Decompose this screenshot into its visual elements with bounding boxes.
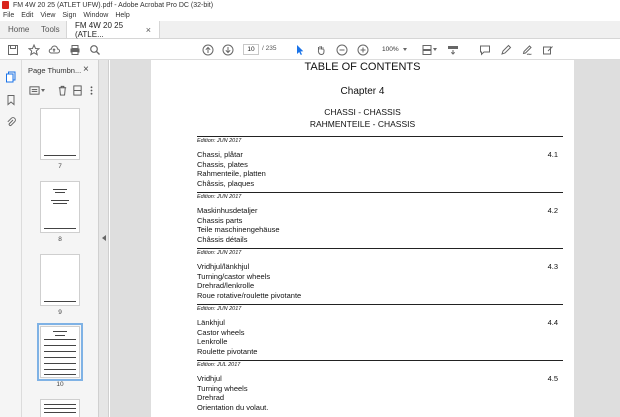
toolbar: 10 / 235 100% <box>0 39 620 60</box>
zoom-dropdown-chevron-icon[interactable] <box>403 48 407 51</box>
thumbnail-page-11[interactable] <box>40 399 80 417</box>
fill-sign-icon[interactable] <box>541 43 554 56</box>
acrobat-logo-icon <box>2 1 9 9</box>
menu-file[interactable]: File <box>3 12 14 19</box>
page-thumbnails-panel: Page Thumbn... × 7 8 9 10 <box>22 60 118 417</box>
scroll-mode-icon[interactable] <box>446 43 459 56</box>
page-thumbnails-icon[interactable] <box>4 70 18 84</box>
more-options-icon[interactable] <box>85 84 97 96</box>
thumbnail-label: 7 <box>58 163 62 170</box>
thumbnail-page-10[interactable] <box>37 323 83 381</box>
hand-tool-icon[interactable] <box>314 43 327 56</box>
page-display-icon[interactable] <box>420 43 433 56</box>
zoom-out-icon[interactable] <box>335 43 348 56</box>
menu-view[interactable]: View <box>40 12 55 19</box>
entry-number: 4.4 <box>547 318 558 327</box>
title-bar: FM 4W 20 25 (ATLET UFW).pdf - Adobe Acro… <box>0 0 620 10</box>
tab-home[interactable]: Home <box>0 21 33 38</box>
thumbnail-label: 10 <box>56 381 64 388</box>
zoom-in-icon[interactable] <box>356 43 369 56</box>
thumbnail-page-7[interactable] <box>40 108 80 160</box>
previous-page-icon[interactable] <box>201 43 214 56</box>
menu-bar: File Edit View Sign Window Help <box>0 10 620 21</box>
comment-icon[interactable] <box>478 43 491 56</box>
entry-lines: Vridhjul Turning wheels Drehrad Orientat… <box>197 374 269 413</box>
toc-entry[interactable]: Edition: JUN 2017 Vridhjul/länkhjul Turn… <box>197 248 563 304</box>
collapse-panel-chevron-icon[interactable] <box>102 235 106 241</box>
save-icon[interactable] <box>6 43 19 56</box>
panel-title: Page Thumbn... <box>28 66 82 75</box>
page-display-dropdown-chevron-icon[interactable] <box>433 48 437 51</box>
section-heading-line1: CHASSI - CHASSIS <box>324 107 401 117</box>
tab-bar: Home Tools FM 4W 20 25 (ATLE... × <box>0 21 620 39</box>
tab-close-icon[interactable]: × <box>146 25 151 35</box>
thumbnail-toolbar <box>28 84 94 98</box>
search-icon[interactable] <box>88 43 101 56</box>
highlight-pen-icon[interactable] <box>499 43 512 56</box>
page-number-input[interactable]: 10 <box>243 44 259 55</box>
menu-window[interactable]: Window <box>83 12 108 19</box>
print-icon[interactable] <box>68 43 81 56</box>
select-cursor-icon[interactable] <box>293 43 306 56</box>
menu-sign[interactable]: Sign <box>62 12 76 19</box>
tab-tools[interactable]: Tools <box>33 21 66 38</box>
panel-close-icon[interactable]: × <box>83 64 89 75</box>
thumbnail-options-icon[interactable] <box>28 84 40 96</box>
panel-splitter[interactable] <box>99 60 109 417</box>
bookmark-star-icon[interactable] <box>27 43 40 56</box>
edition-label: Edition: JUN 2017 <box>197 138 242 144</box>
bookmarks-icon[interactable] <box>4 93 18 107</box>
edition-label: Edition: JUL 2017 <box>197 362 241 368</box>
page-total: / 235 <box>262 45 277 52</box>
thumbnail-label: 8 <box>58 236 62 243</box>
thumbnail-list: 7 8 9 10 <box>22 104 92 417</box>
entry-lines: Vridhjul/länkhjul Turning/castor wheels … <box>197 262 302 301</box>
toc-entry[interactable]: Edition: JUN 2017 Länkhjul Castor wheels… <box>197 304 563 360</box>
thumbnail-options-chevron-icon[interactable] <box>41 89 45 92</box>
insert-pages-icon[interactable] <box>71 84 83 96</box>
entry-lines: Maskinhusdetaljer Chassis parts Teile ma… <box>197 206 280 245</box>
attachments-icon[interactable] <box>4 115 18 129</box>
tab-document[interactable]: FM 4W 20 25 (ATLE... × <box>66 20 160 39</box>
thumbnail-page-8[interactable] <box>40 181 80 233</box>
left-navigation-rail <box>0 60 22 417</box>
chapter-heading: Chapter 4 <box>340 86 385 97</box>
entry-number: 4.2 <box>547 206 558 215</box>
edition-label: Edition: JUN 2017 <box>197 306 242 312</box>
menu-help[interactable]: Help <box>115 12 129 19</box>
entry-number: 4.3 <box>547 262 558 271</box>
tab-document-label: FM 4W 20 25 (ATLE... <box>75 20 124 39</box>
section-heading-line2: RAHMENTEILE - CHASSIS <box>309 119 416 129</box>
entry-lines: Länkhjul Castor wheels Lenkrolle Roulett… <box>197 318 258 357</box>
edition-label: Edition: JUN 2017 <box>197 194 242 200</box>
edition-label: Edition: JUN 2017 <box>197 250 242 256</box>
toc-title: TABLE OF CONTENTS <box>304 61 421 73</box>
document-viewer[interactable]: TABLE OF CONTENTS Chapter 4 CHASSI - CHA… <box>110 60 620 417</box>
window-title: FM 4W 20 25 (ATLET UFW).pdf - Adobe Acro… <box>13 1 214 9</box>
thumbnail-page-9[interactable] <box>40 254 80 306</box>
toc-entry[interactable]: Edition: JUN 2017 Maskinhusdetaljer Chas… <box>197 192 563 248</box>
delete-pages-icon[interactable] <box>56 84 68 96</box>
toc-entry[interactable]: Edition: JUL 2017 Vridhjul Turning wheel… <box>197 360 563 416</box>
pdf-page: TABLE OF CONTENTS Chapter 4 CHASSI - CHA… <box>151 60 574 417</box>
next-page-icon[interactable] <box>221 43 234 56</box>
entry-number: 4.5 <box>547 374 558 383</box>
entry-lines: Chassi, plåtar Chassis, plates Rahmentei… <box>197 150 266 189</box>
menu-edit[interactable]: Edit <box>21 12 33 19</box>
toc-entry[interactable]: Edition: JUN 2017 Chassi, plåtar Chassis… <box>197 136 563 192</box>
thumbnail-label: 9 <box>58 309 62 316</box>
upload-cloud-icon[interactable] <box>47 43 60 56</box>
entry-number: 4.1 <box>547 150 558 159</box>
draw-pencil-icon[interactable] <box>520 43 533 56</box>
